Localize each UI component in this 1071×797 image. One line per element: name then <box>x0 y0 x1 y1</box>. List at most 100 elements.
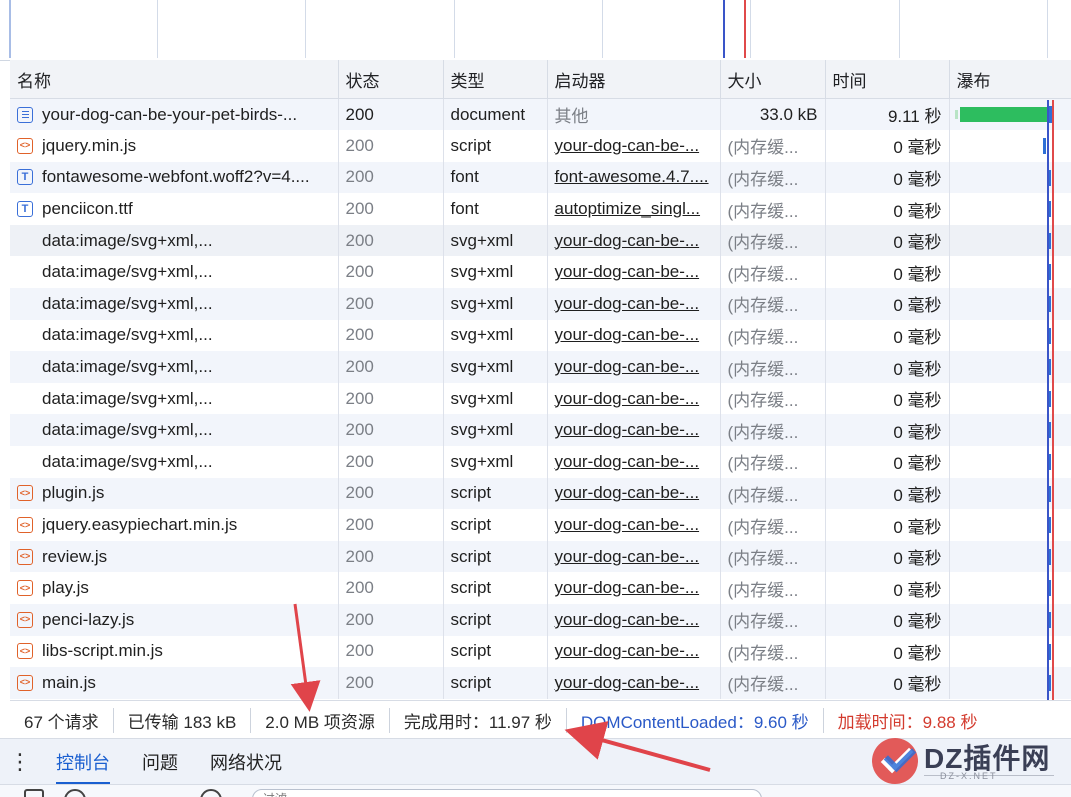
cell-size: 33.0 kB <box>720 98 826 131</box>
request-name: plugin.js <box>42 483 105 503</box>
table-row[interactable]: <> jquery.min.js 200 script your-dog-can-be-… <box>10 130 1071 162</box>
cell-initiator[interactable]: your-dog-can-be-... <box>547 540 721 573</box>
overview-edge <box>9 0 11 58</box>
cell-name[interactable]: Tfontawesome-webfont.woff2?v=4.... <box>10 161 339 194</box>
cell-name[interactable]: data:image/svg+xml,... <box>10 382 339 415</box>
network-overview[interactable] <box>0 0 1071 61</box>
cell-status: 200 <box>338 382 444 415</box>
cell-initiator[interactable]: your-dog-can-be-... <box>547 667 721 699</box>
cell-initiator[interactable]: your-dog-can-be-... <box>547 256 721 289</box>
table-row[interactable]: data:image/svg+xml,... 200 svg+xml your-dog… <box>10 288 1071 320</box>
cell-time: 0 毫秒 <box>825 635 950 668</box>
request-name: data:image/svg+xml,... <box>42 262 213 282</box>
script-icon: <> <box>17 674 33 691</box>
table-row[interactable]: data:image/svg+xml,... 200 svg+xml your-dog… <box>10 256 1071 289</box>
column-header-type[interactable]: 类型 <box>443 60 548 99</box>
table-row[interactable]: <> main.js 200 script your-dog-can-be-... (内存… <box>10 667 1071 699</box>
request-name: data:image/svg+xml,... <box>42 388 213 408</box>
cell-status: 200 <box>338 446 444 478</box>
column-header-size[interactable]: 大小 <box>720 60 826 99</box>
cell-initiator[interactable]: your-dog-can-be-... <box>547 224 721 257</box>
cell-name[interactable]: <> main.js <box>10 667 339 699</box>
cell-size: (内存缓... <box>720 667 826 699</box>
cell-type: svg+xml <box>443 382 548 415</box>
cell-size: (内存缓... <box>720 414 826 447</box>
cell-name[interactable]: <> jquery.easypiechart.min.js <box>10 509 339 541</box>
cell-name[interactable]: data:image/svg+xml,... <box>10 319 339 352</box>
cell-name[interactable]: <> review.js <box>10 540 339 573</box>
cell-initiator[interactable]: your-dog-can-be-... <box>547 604 721 636</box>
table-row[interactable]: <> review.js 200 script your-dog-can-be-...(… <box>10 540 1071 573</box>
column-header-name[interactable]: 名称 <box>10 60 339 99</box>
cell-initiator[interactable]: your-dog-can-be-... <box>547 635 721 668</box>
table-row[interactable]: <> penci-lazy.js 200 script your-dog-can-be-… <box>10 604 1071 636</box>
table-row[interactable]: <> play.js 200 script your-dog-can-be-... (内存… <box>10 572 1071 604</box>
cell-initiator[interactable]: your-dog-can-be-... <box>547 414 721 447</box>
table-row[interactable]: <> jquery.easypiechart.min.js 200 script you… <box>10 509 1071 541</box>
table-row[interactable]: data:image/svg+xml,... 200 svg+xml your-dog… <box>10 382 1071 415</box>
column-header-waterfall[interactable]: 瀑布 <box>949 60 1071 99</box>
cell-initiator[interactable]: your-dog-can-be-... <box>547 382 721 415</box>
cell-initiator[interactable]: autoptimize_singl... <box>547 193 721 225</box>
cell-name[interactable]: your-dog-can-be-your-pet-birds-... <box>10 98 339 131</box>
column-header-time[interactable]: 时间 <box>825 60 950 99</box>
request-name: data:image/svg+xml,... <box>42 420 213 440</box>
cell-type: script <box>443 130 548 162</box>
more-vertical-icon[interactable]: ⋮ <box>0 749 40 775</box>
cell-name[interactable]: <> libs-script.min.js <box>10 635 339 668</box>
script-icon: <> <box>17 611 33 628</box>
tab-network-conditions[interactable]: 网络状况 <box>194 739 298 785</box>
request-name: main.js <box>42 672 96 692</box>
cell-name[interactable]: data:image/svg+xml,... <box>10 446 339 478</box>
cell-initiator[interactable]: font-awesome.4.7.... <box>547 161 721 194</box>
overview-gridline <box>602 0 603 58</box>
column-header-initiator[interactable]: 启动器 <box>547 60 721 99</box>
cell-type: svg+xml <box>443 414 548 447</box>
cell-type: svg+xml <box>443 319 548 352</box>
cell-name[interactable]: data:image/svg+xml,... <box>10 288 339 320</box>
cell-initiator[interactable]: your-dog-can-be-... <box>547 509 721 541</box>
cell-name[interactable]: data:image/svg+xml,... <box>10 414 339 447</box>
cell-name[interactable]: <> jquery.min.js <box>10 130 339 162</box>
cell-time: 0 毫秒 <box>825 509 950 541</box>
table-row[interactable]: data:image/svg+xml,... 200 svg+xml your-dog… <box>10 224 1071 257</box>
cell-name[interactable]: <> play.js <box>10 572 339 604</box>
cell-initiator[interactable]: your-dog-can-be-... <box>547 319 721 352</box>
waterfall-bar-waiting <box>959 107 1050 122</box>
waterfall-bar <box>1042 138 1046 155</box>
script-icon: <> <box>17 517 33 534</box>
table-row[interactable]: Tfontawesome-webfont.woff2?v=4.... 200 fon… <box>10 161 1071 194</box>
column-header-status[interactable]: 状态 <box>338 60 444 99</box>
cell-initiator[interactable]: your-dog-can-be-... <box>547 130 721 162</box>
cell-name[interactable]: <> penci-lazy.js <box>10 604 339 636</box>
cell-name[interactable]: <> plugin.js <box>10 477 339 510</box>
cell-size: (内存缓... <box>720 604 826 636</box>
table-row[interactable]: <> plugin.js 200 script your-dog-can-be-...(… <box>10 477 1071 510</box>
request-name: fontawesome-webfont.woff2?v=4.... <box>42 167 310 187</box>
cell-initiator[interactable]: your-dog-can-be-... <box>547 351 721 383</box>
table-row[interactable]: data:image/svg+xml,... 200 svg+xml your-dog… <box>10 351 1071 383</box>
cell-status: 200 <box>338 667 444 699</box>
cell-name[interactable]: data:image/svg+xml,... <box>10 351 339 383</box>
cell-initiator[interactable]: your-dog-can-be-... <box>547 572 721 604</box>
table-row[interactable]: data:image/svg+xml,... 200 svg+xml your-dog… <box>10 319 1071 352</box>
cell-initiator[interactable]: your-dog-can-be-... <box>547 288 721 320</box>
cell-time: 0 毫秒 <box>825 351 950 383</box>
table-row[interactable]: Tpenciicon.ttf 200 font autoptimize_singl..… <box>10 193 1071 225</box>
table-row[interactable]: data:image/svg+xml,... 200 svg+xml your-dog… <box>10 446 1071 478</box>
cell-initiator[interactable]: your-dog-can-be-... <box>547 477 721 510</box>
cell-name[interactable]: data:image/svg+xml,... <box>10 256 339 289</box>
cell-name[interactable]: data:image/svg+xml,... <box>10 224 339 257</box>
table-row[interactable]: your-dog-can-be-your-pet-birds-... 200 doc… <box>10 98 1071 131</box>
request-name: penciicon.ttf <box>42 199 133 219</box>
cell-initiator[interactable]: your-dog-can-be-... <box>547 446 721 478</box>
cell-status: 200 <box>338 509 444 541</box>
cell-status: 200 <box>338 161 444 194</box>
table-row[interactable]: <> libs-script.min.js 200 script your-dog-ca… <box>10 635 1071 668</box>
font-icon: T <box>17 169 33 186</box>
cell-name[interactable]: Tpenciicon.ttf <box>10 193 339 225</box>
tab-issues[interactable]: 问题 <box>126 739 194 785</box>
tab-console[interactable]: 控制台 <box>40 739 126 785</box>
table-row[interactable]: data:image/svg+xml,... 200 svg+xml your-dog… <box>10 414 1071 447</box>
script-icon: <> <box>17 580 33 597</box>
